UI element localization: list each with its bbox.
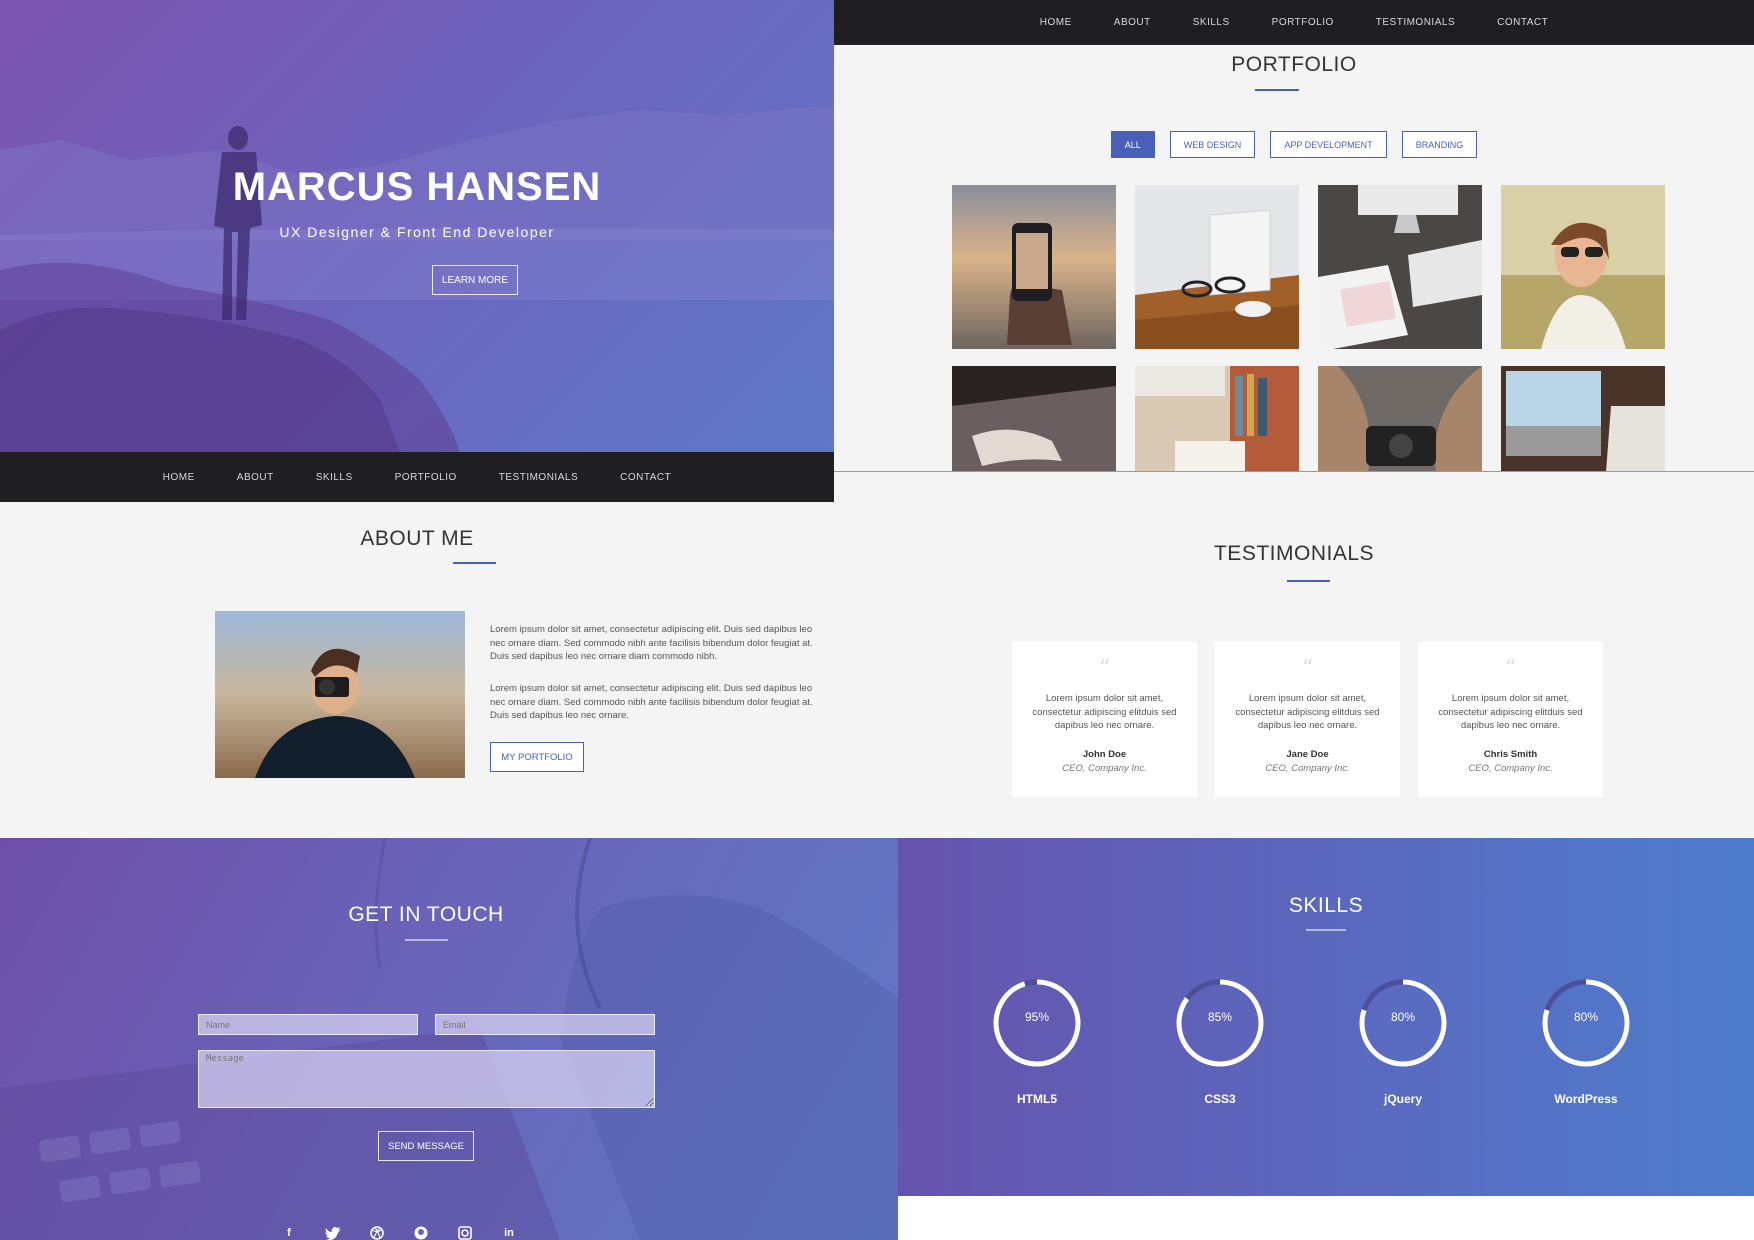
thumb-smartphone[interactable] [952, 185, 1116, 349]
testimonials-title: TESTIMONIALS [1213, 542, 1375, 565]
nav-skills[interactable]: SKILLS [316, 472, 353, 483]
skill-item: 95% HTML5 [977, 978, 1097, 1106]
testimonial-role: CEO, Company Inc. [1062, 762, 1147, 774]
skill-name: HTML5 [1017, 1092, 1057, 1106]
facebook-icon[interactable]: f [280, 1226, 298, 1240]
testimonial-role: CEO, Company Inc. [1265, 762, 1350, 774]
contact-title: GET IN TOUCH [348, 903, 504, 926]
about-photo [215, 611, 465, 778]
filter-app-development[interactable]: APP DEVELOPMENT [1270, 131, 1387, 158]
nav-skills[interactable]: SKILLS [1193, 17, 1230, 28]
portfolio-filters: ALL WEB DESIGN APP DEVELOPMENT BRANDING [834, 131, 1754, 158]
quote-icon: “ [1301, 656, 1314, 681]
thumb-woman-sunglasses[interactable] [1501, 185, 1665, 349]
quote-icon: “ [1098, 656, 1111, 681]
portfolio-navbar: HOME ABOUT SKILLS PORTFOLIO TESTIMONIALS… [834, 0, 1754, 45]
skills-title-underline [1306, 929, 1346, 931]
nav-home[interactable]: HOME [163, 472, 195, 483]
nav-portfolio[interactable]: PORTFOLIO [395, 472, 457, 483]
skill-item: 80% WordPress [1526, 978, 1646, 1106]
hero-navbar: HOME ABOUT SKILLS PORTFOLIO TESTIMONIALS… [0, 452, 834, 502]
thumb-camera-hands[interactable] [1318, 366, 1482, 472]
portfolio-title: PORTFOLIO [1231, 53, 1357, 76]
thumb-imac-keyboard[interactable] [1318, 185, 1482, 349]
portfolio-title-underline [1255, 89, 1299, 91]
nav-portfolio[interactable]: PORTFOLIO [1272, 17, 1334, 28]
testimonial-quote: Lorem ipsum dolor sit amet, consectetur … [1235, 693, 1380, 731]
testimonial-name: John Doe [1082, 748, 1127, 760]
about-paragraph-1: Lorem ipsum dolor sit amet, consectetur … [490, 624, 813, 662]
skills-section: SKILLS 95% HTML5 85% CSS3 80% jQuery 80%… [898, 838, 1754, 1196]
skill-name: jQuery [1383, 1092, 1422, 1106]
contact-title-underline [405, 939, 448, 941]
testimonial-name: Chris Smith [1483, 748, 1538, 760]
contact-section: GET IN TOUCH SEND MESSAGE f in [0, 838, 898, 1240]
linkedin-icon[interactable]: in [500, 1226, 518, 1240]
email-field[interactable] [435, 1014, 655, 1035]
quote-icon: “ [1504, 656, 1517, 681]
filter-web-design[interactable]: WEB DESIGN [1169, 131, 1256, 158]
nav-contact[interactable]: CONTACT [620, 472, 671, 483]
hero-subtitle: UX Designer & Front End Developer [279, 224, 555, 240]
nav-home[interactable]: HOME [1040, 17, 1072, 28]
testimonial-quote: Lorem ipsum dolor sit amet, consectetur … [1438, 693, 1583, 731]
skill-name: WordPress [1554, 1092, 1618, 1106]
filter-all[interactable]: ALL [1110, 131, 1155, 158]
hero-section: MARCUS HANSEN UX Designer & Front End De… [0, 0, 834, 452]
thumb-desk-glasses[interactable] [1135, 185, 1299, 349]
nav-about[interactable]: ABOUT [1114, 17, 1151, 28]
about-paragraph-2: Lorem ipsum dolor sit amet, consectetur … [490, 683, 813, 721]
thumb-bookshelf[interactable] [1135, 366, 1299, 472]
contact-background-photo [0, 838, 898, 1240]
testimonial-quote: Lorem ipsum dolor sit amet, consectetur … [1032, 693, 1177, 731]
skill-percent: 80% [1390, 1010, 1416, 1024]
portfolio-section: HOME ABOUT SKILLS PORTFOLIO TESTIMONIALS… [834, 0, 1754, 472]
hero-name: MARCUS HANSEN [232, 165, 602, 209]
skill-percent: 85% [1207, 1010, 1233, 1024]
nav-testimonials[interactable]: TESTIMONIALS [1376, 17, 1455, 28]
testimonial-card: “ Lorem ipsum dolor sit amet, consectetu… [1215, 642, 1400, 797]
thumb-laptop-typing[interactable] [952, 366, 1116, 472]
about-title-underline [453, 562, 496, 564]
testimonial-role: CEO, Company Inc. [1468, 762, 1553, 774]
dribbble-icon[interactable] [368, 1226, 386, 1240]
skill-item: 80% jQuery [1343, 978, 1463, 1106]
nav-testimonials[interactable]: TESTIMONIALS [499, 472, 578, 483]
about-title: ABOUT ME [360, 527, 474, 550]
name-field[interactable] [198, 1014, 418, 1035]
nav-contact[interactable]: CONTACT [1497, 17, 1548, 28]
social-links: f in [280, 1226, 518, 1240]
testimonials-section: TESTIMONIALS “ Lorem ipsum dolor sit ame… [834, 472, 1754, 838]
filter-branding[interactable]: BRANDING [1401, 131, 1478, 158]
about-section: ABOUT ME Lorem ipsum dolor sit amet, con… [0, 502, 834, 838]
send-message-button[interactable]: SEND MESSAGE [378, 1131, 474, 1161]
testimonial-name: Jane Doe [1286, 748, 1329, 760]
skill-percent: 80% [1573, 1010, 1599, 1024]
thumb-laptop-desk[interactable] [1501, 366, 1665, 472]
skill-item: 85% CSS3 [1160, 978, 1280, 1106]
my-portfolio-button[interactable]: MY PORTFOLIO [490, 742, 584, 772]
skills-title: SKILLS [1288, 894, 1364, 917]
testimonial-card: “ Lorem ipsum dolor sit amet, consectetu… [1012, 642, 1197, 797]
testimonial-card: “ Lorem ipsum dolor sit amet, consectetu… [1418, 642, 1603, 797]
skill-name: CSS3 [1204, 1092, 1236, 1106]
skill-percent: 95% [1024, 1010, 1050, 1024]
footer-blank-area [898, 1196, 1754, 1240]
learn-more-button[interactable]: LEARN MORE [432, 265, 518, 295]
github-icon[interactable] [412, 1226, 430, 1240]
message-field[interactable] [198, 1050, 655, 1108]
nav-about[interactable]: ABOUT [237, 472, 274, 483]
twitter-icon[interactable] [324, 1226, 342, 1240]
testimonials-title-underline [1287, 580, 1330, 582]
instagram-icon[interactable] [456, 1226, 474, 1240]
